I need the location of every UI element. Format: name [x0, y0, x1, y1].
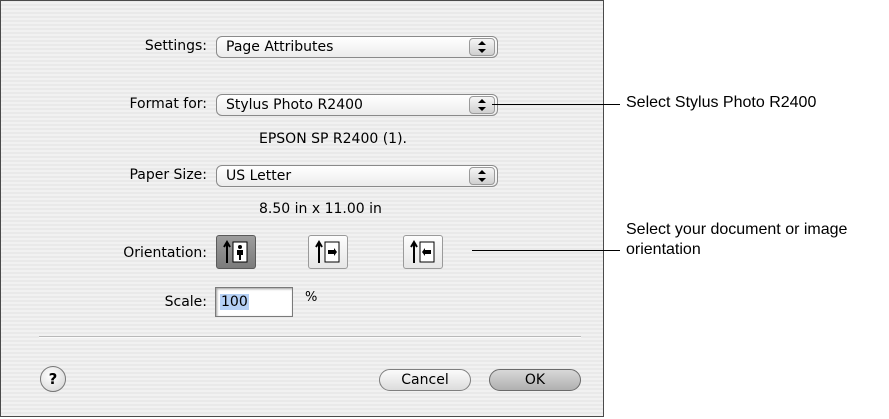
portrait-orientation-icon — [223, 240, 248, 263]
scale-label: Scale: — [164, 294, 207, 310]
popup-arrows-icon — [469, 38, 495, 56]
settings-popup[interactable]: Page Attributes — [216, 36, 498, 58]
format-for-value: Stylus Photo R2400 — [226, 97, 363, 113]
orientation-label: Orientation: — [123, 245, 207, 261]
format-for-popup[interactable]: Stylus Photo R2400 — [216, 94, 498, 116]
printer-name-text: EPSON SP R2400 (1). — [259, 131, 407, 147]
paper-size-popup[interactable]: US Letter — [216, 165, 498, 187]
reverse-landscape-orientation-icon — [410, 240, 435, 263]
format-callout-line — [492, 104, 620, 105]
format-for-label: Format for: — [129, 96, 207, 112]
cancel-button[interactable]: Cancel — [379, 369, 471, 391]
paper-size-value: US Letter — [226, 168, 292, 184]
landscape-orientation-icon — [315, 240, 340, 263]
settings-value: Page Attributes — [226, 39, 334, 55]
landscape-orientation-button[interactable] — [308, 235, 348, 269]
separator — [39, 336, 581, 338]
format-callout-text: Select Stylus Photo R2400 — [626, 94, 817, 111]
portrait-orientation-button[interactable] — [216, 235, 256, 269]
popup-arrows-icon — [469, 96, 495, 114]
settings-label: Settings: — [144, 38, 207, 54]
orientation-callout-line — [472, 250, 620, 251]
orientation-callout-text: Select your document or image orientatio… — [626, 221, 848, 258]
scale-input[interactable]: 100 — [215, 287, 293, 317]
reverse-landscape-orientation-button[interactable] — [403, 235, 443, 269]
paper-size-label: Paper Size: — [129, 167, 207, 183]
popup-arrows-icon — [469, 167, 495, 185]
page-setup-dialog: Settings: Page Attributes Format for: St… — [0, 0, 604, 417]
paper-dimensions-text: 8.50 in x 11.00 in — [259, 201, 382, 217]
help-button[interactable]: ? — [40, 366, 66, 392]
scale-unit: % — [305, 290, 318, 305]
ok-button[interactable]: OK — [489, 369, 581, 391]
scale-value: 100 — [220, 294, 249, 310]
